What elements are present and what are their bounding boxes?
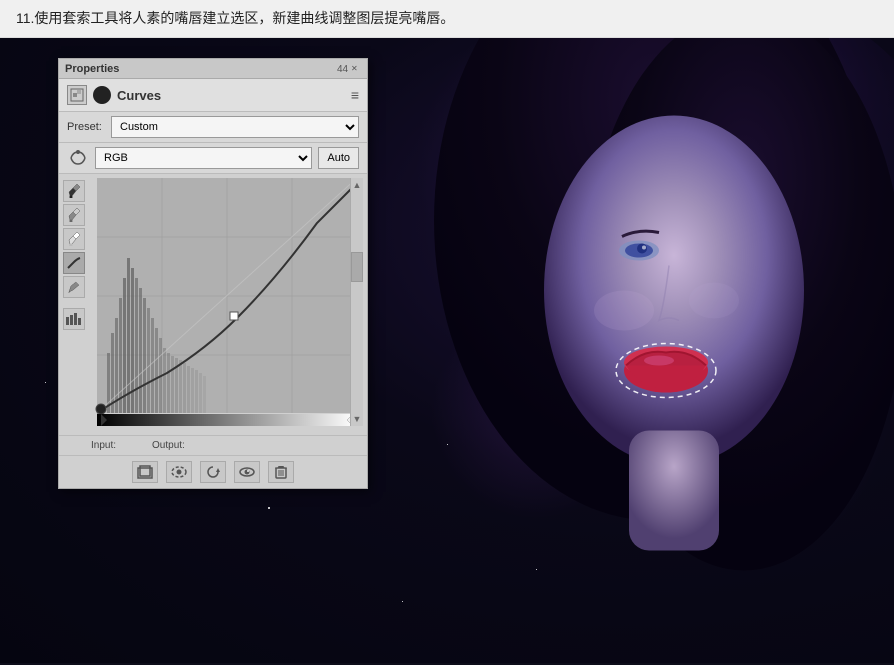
main-area: Properties 44 ✕ C	[0, 38, 894, 663]
rgb-row: RGB Auto	[59, 143, 367, 174]
visibility-button[interactable]	[234, 461, 260, 483]
panel-menu-icon[interactable]: ≡	[351, 87, 359, 103]
instruction-bar: 11.使用套索工具将人素的嘴唇建立选区，新建曲线调整图层提亮嘴唇。	[0, 0, 894, 38]
properties-panel: Properties 44 ✕ C	[58, 58, 368, 489]
histogram-tool[interactable]	[63, 308, 85, 330]
auto-button[interactable]: Auto	[318, 147, 359, 169]
eyedropper-white-tool[interactable]	[63, 228, 85, 250]
layer-mask-icon	[93, 86, 111, 104]
curves-graph-svg	[91, 178, 363, 426]
input-output-row: Input: Output:	[59, 435, 367, 455]
reset-button[interactable]	[200, 461, 226, 483]
panel-header: Curves ≡	[59, 79, 367, 112]
collapse-button[interactable]: 44	[337, 64, 347, 74]
preset-row: Preset: Custom	[59, 112, 367, 143]
output-label: Output:	[152, 440, 185, 451]
panel-title-row: Curves	[67, 85, 161, 105]
close-button[interactable]: ✕	[351, 64, 361, 74]
preset-select[interactable]: Custom	[111, 116, 359, 138]
preset-label: Preset:	[67, 121, 105, 133]
input-value	[124, 440, 144, 451]
curve-tool[interactable]	[63, 252, 85, 274]
output-value	[193, 440, 213, 451]
face-svg	[374, 38, 894, 663]
input-label: Input:	[91, 440, 116, 451]
titlebar-title: Properties	[65, 63, 119, 75]
curves-graph-wrapper: ▲ ▼	[91, 178, 363, 431]
auto-icon	[67, 149, 89, 167]
pencil-tool[interactable]	[63, 276, 85, 298]
curves-container: ▲ ▼	[59, 174, 367, 435]
eyedropper-black-tool[interactable]	[63, 180, 85, 202]
page-wrapper: 11.使用套索工具将人素的嘴唇建立选区，新建曲线调整图层提亮嘴唇。	[0, 0, 894, 665]
tools-sidebar	[63, 178, 87, 431]
eyedropper-gray-tool[interactable]	[63, 204, 85, 226]
clip-to-layer-button[interactable]	[132, 461, 158, 483]
adjustment-icon	[67, 85, 87, 105]
view-previous-button[interactable]	[166, 461, 192, 483]
panel-scrollbar[interactable]: ▲ ▼	[350, 178, 363, 426]
instruction-text: 11.使用套索工具将人素的嘴唇建立选区，新建曲线调整图层提亮嘴唇。	[16, 10, 454, 26]
titlebar-controls: 44 ✕	[337, 64, 361, 74]
delete-button[interactable]	[268, 461, 294, 483]
panel-titlebar: Properties 44 ✕	[59, 59, 367, 79]
bottom-toolbar	[59, 455, 367, 488]
curves-title: Curves	[117, 88, 161, 103]
rgb-channel-select[interactable]: RGB	[95, 147, 312, 169]
